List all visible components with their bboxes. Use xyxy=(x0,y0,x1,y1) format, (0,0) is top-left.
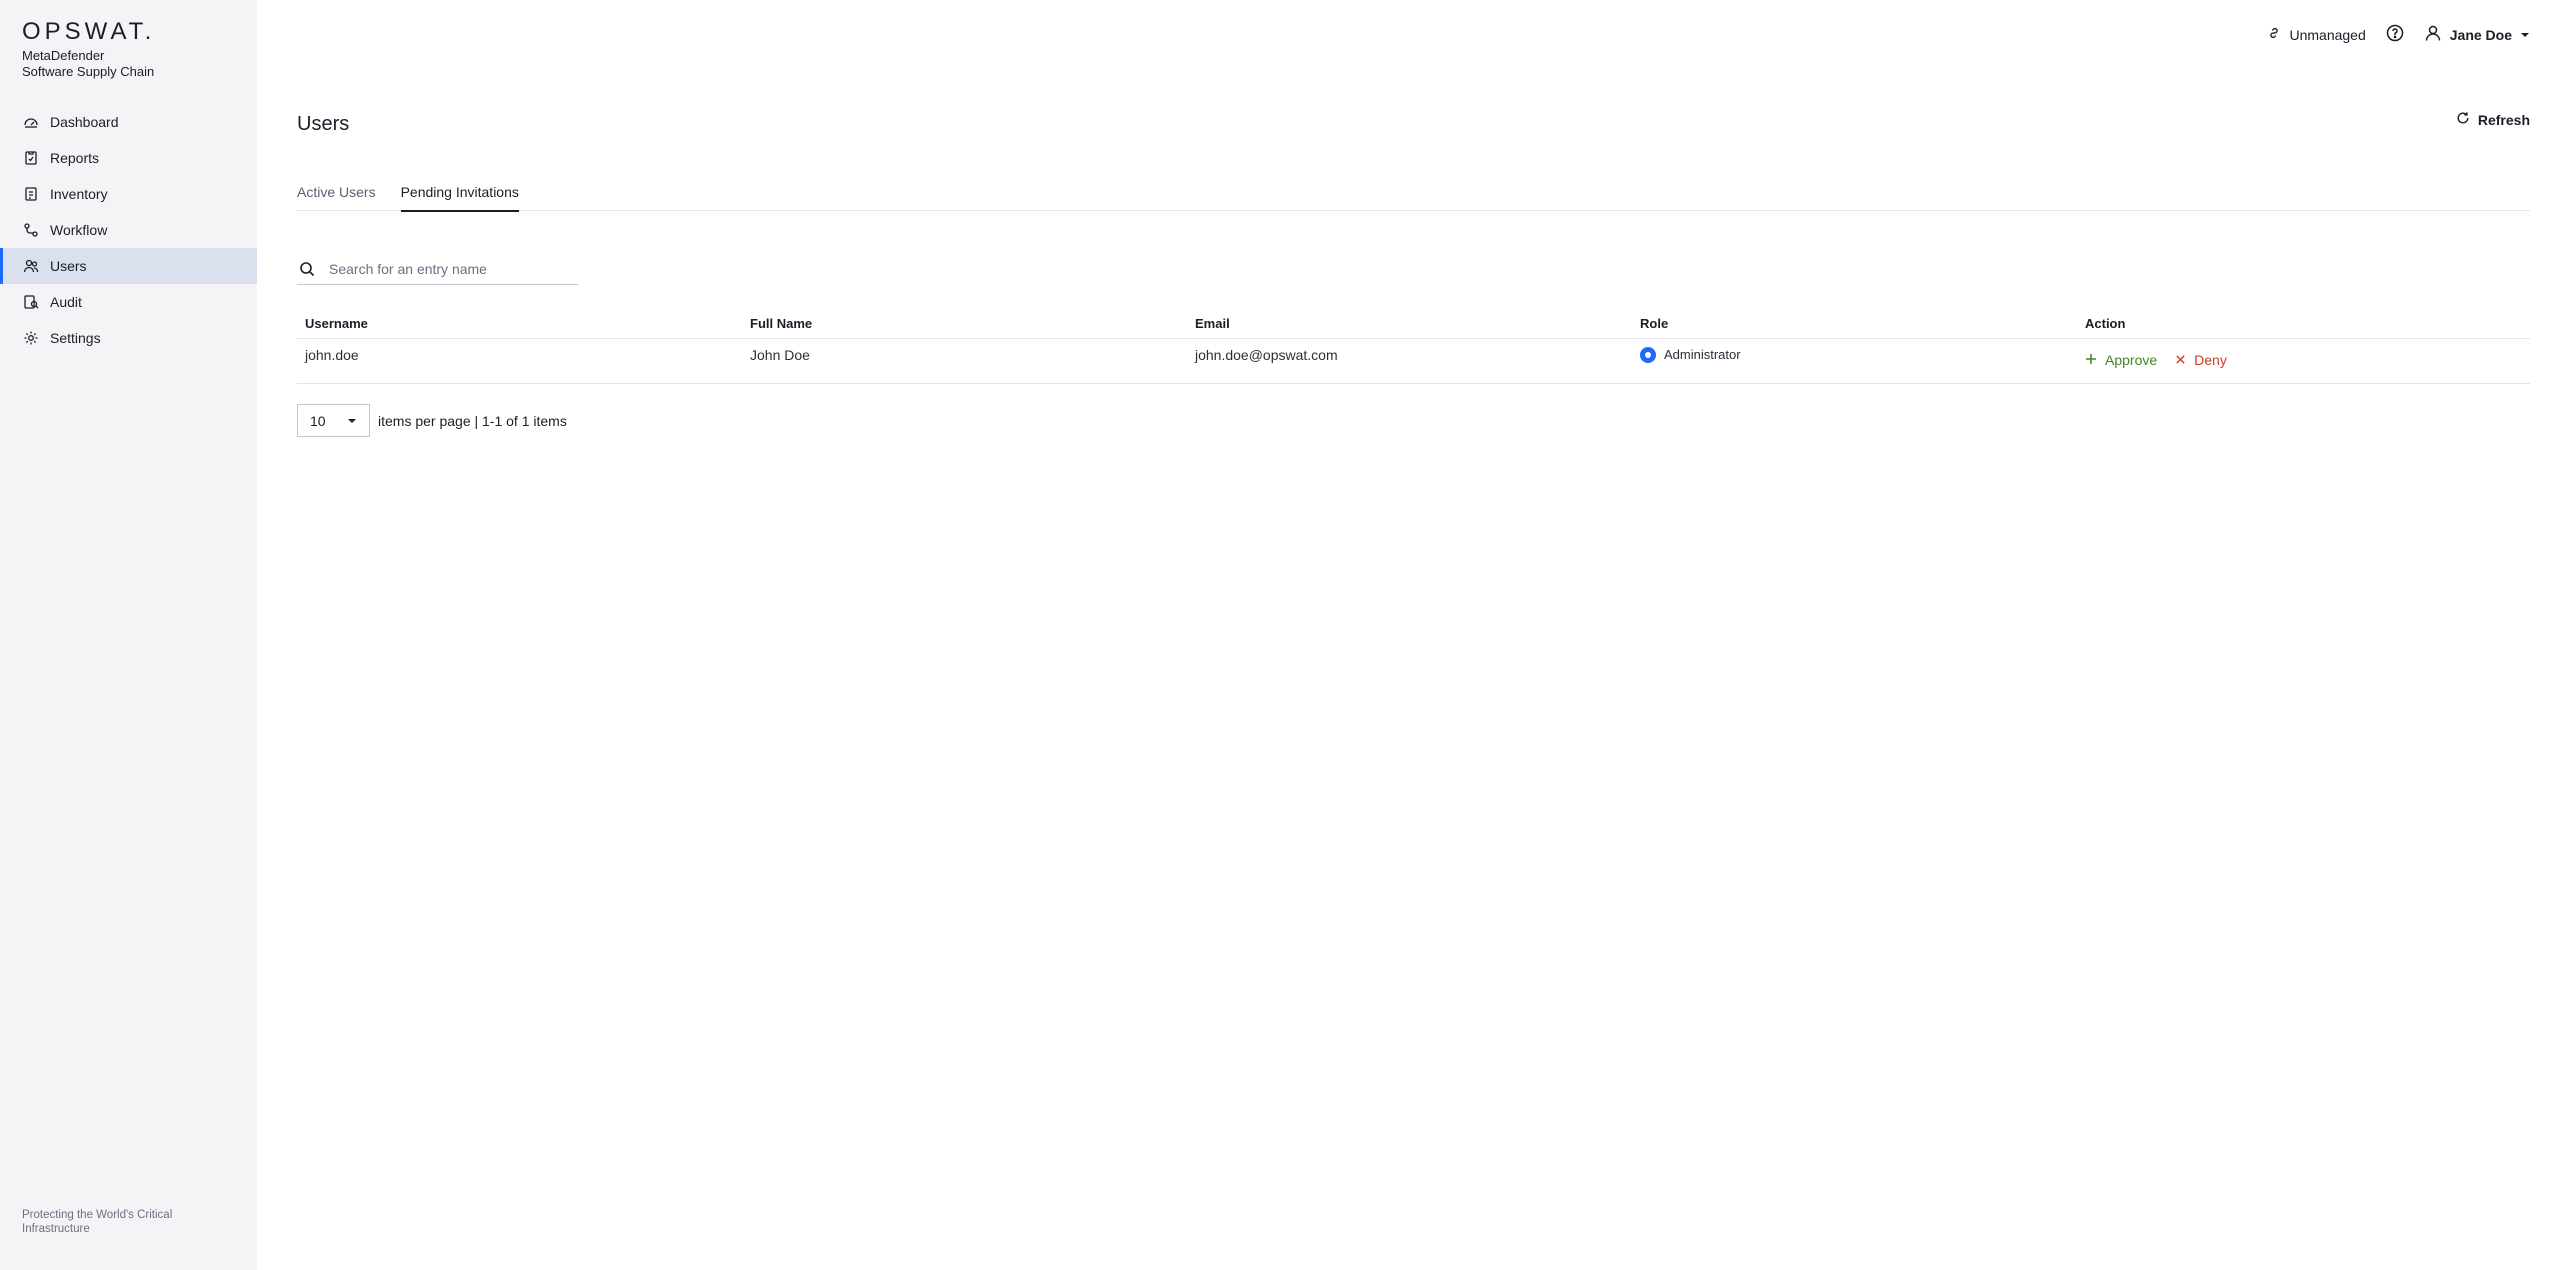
dashboard-icon xyxy=(22,113,40,131)
cell-full-name: John Doe xyxy=(742,338,1187,384)
search-bar xyxy=(297,254,578,285)
approve-label: Approve xyxy=(2105,351,2158,368)
sidebar-item-label: Inventory xyxy=(50,186,108,202)
role-selector[interactable]: Administrator xyxy=(1640,346,2077,363)
pagination: 10 items per page | 1-1 of 1 items xyxy=(297,404,567,437)
audit-icon xyxy=(22,293,40,311)
app-root: OPSWAT. MetaDefender Software Supply Cha… xyxy=(0,0,2552,1270)
workflow-icon xyxy=(22,221,40,239)
tagline: Protecting the World's Critical Infrastr… xyxy=(22,1209,173,1235)
gear-icon xyxy=(22,329,40,347)
search-input[interactable] xyxy=(329,261,578,277)
column-header-role[interactable]: Role xyxy=(1632,309,2077,339)
help-icon xyxy=(2386,24,2404,45)
sidebar-item-label: Workflow xyxy=(50,222,108,238)
page-size-select[interactable]: 10 xyxy=(297,404,370,437)
sidebar-item-settings[interactable]: Settings xyxy=(0,320,257,356)
refresh-button[interactable]: Refresh xyxy=(2456,111,2530,128)
column-header-email[interactable]: Email xyxy=(1187,309,1632,339)
caret-down-icon xyxy=(347,413,357,429)
sidebar-item-label: Users xyxy=(50,258,87,274)
product-line-1: MetaDefender xyxy=(22,48,105,63)
opswat-logo[interactable]: OPSWAT. xyxy=(22,20,155,44)
sidebar-item-dashboard[interactable]: Dashboard xyxy=(0,104,257,140)
product-name: MetaDefender Software Supply Chain xyxy=(22,48,155,80)
cell-email: john.doe@opswat.com xyxy=(1187,338,1632,384)
column-header-username[interactable]: Username xyxy=(297,309,742,339)
page-size-value: 10 xyxy=(310,412,326,429)
cell-role: Administrator xyxy=(1632,338,2077,384)
deny-button[interactable]: Deny xyxy=(2175,352,2227,368)
tab-bar: Active Users Pending Invitations xyxy=(297,182,2530,212)
status-label: Unmanaged xyxy=(2289,26,2366,43)
user-name: Jane Doe xyxy=(2449,26,2512,43)
sidebar-item-label: Audit xyxy=(50,294,82,310)
column-header-full-name[interactable]: Full Name xyxy=(742,309,1187,339)
cell-action: Approve Deny xyxy=(2077,338,2530,384)
role-radio[interactable] xyxy=(1640,346,1656,363)
sidebar-item-workflow[interactable]: Workflow xyxy=(0,212,257,248)
column-header-action: Action xyxy=(2077,309,2530,339)
cell-username: john.doe xyxy=(297,338,742,384)
main-content: Unmanaged Jane Doe Users Refresh Active … xyxy=(257,0,2552,1270)
reports-icon xyxy=(22,149,40,167)
product-line-2: Software Supply Chain xyxy=(22,64,155,79)
sidebar: OPSWAT. MetaDefender Software Supply Cha… xyxy=(0,0,257,1270)
sidebar-item-reports[interactable]: Reports xyxy=(0,140,257,176)
sidebar-item-label: Reports xyxy=(50,150,100,166)
sidebar-item-audit[interactable]: Audit xyxy=(0,284,257,320)
user-icon xyxy=(2424,24,2442,45)
caret-down-icon xyxy=(2520,27,2530,43)
close-icon xyxy=(2175,352,2186,368)
topbar: Unmanaged Jane Doe xyxy=(2267,24,2530,45)
sidebar-item-label: Dashboard xyxy=(50,114,119,130)
page-title: Users xyxy=(297,113,350,135)
management-status[interactable]: Unmanaged xyxy=(2267,26,2366,43)
help-button[interactable] xyxy=(2386,24,2404,45)
deny-label: Deny xyxy=(2194,351,2227,368)
table-header-row: Username Full Name Email Role Action xyxy=(297,309,2530,339)
plus-icon xyxy=(2085,352,2097,368)
table-row: john.doe John Doe john.doe@opswat.com Ad… xyxy=(297,338,2530,384)
sidebar-nav: Dashboard Reports Inventory Workflow Use… xyxy=(0,104,257,356)
invitations-table: Username Full Name Email Role Action joh… xyxy=(297,309,2530,384)
approve-button[interactable]: Approve xyxy=(2085,352,2157,368)
row-actions: Approve Deny xyxy=(2085,347,2530,368)
sidebar-item-inventory[interactable]: Inventory xyxy=(0,176,257,212)
refresh-icon xyxy=(2456,111,2470,128)
tab-active-users[interactable]: Active Users xyxy=(297,182,376,211)
pagination-summary: items per page | 1-1 of 1 items xyxy=(378,412,567,429)
sidebar-item-label: Settings xyxy=(50,330,101,346)
inventory-icon xyxy=(22,185,40,203)
search-icon xyxy=(297,259,317,279)
brand: OPSWAT. MetaDefender Software Supply Cha… xyxy=(22,20,155,80)
refresh-label: Refresh xyxy=(2477,111,2530,128)
tab-pending-invitations[interactable]: Pending Invitations xyxy=(400,182,520,212)
sidebar-item-users[interactable]: Users xyxy=(0,248,257,284)
users-icon xyxy=(22,257,40,275)
link-icon xyxy=(2267,26,2281,43)
role-label: Administrator xyxy=(1664,347,1741,362)
user-menu[interactable]: Jane Doe xyxy=(2424,24,2530,45)
